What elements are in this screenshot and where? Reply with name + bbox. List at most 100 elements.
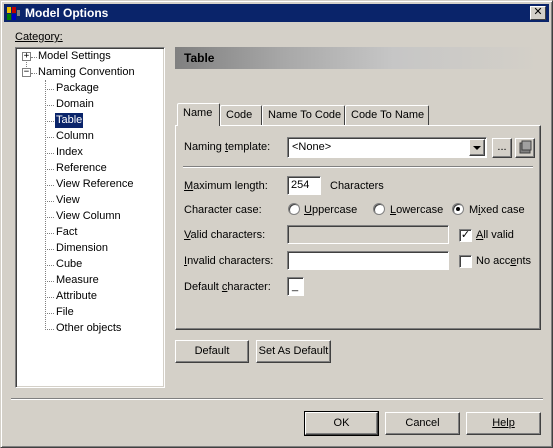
tab-code[interactable]: Code (220, 105, 262, 125)
tab-code-label: Code (226, 109, 253, 121)
tree-item-model-settings[interactable]: Model Settings (37, 49, 112, 64)
tree-item-other-objects[interactable]: Other objects (55, 321, 122, 336)
tree-connector (45, 89, 54, 90)
tab-name-to-code-label: Name To Code (268, 109, 342, 121)
checkmark-icon: ✓ (460, 229, 471, 241)
tree-connector (45, 265, 54, 266)
tree-item-view-reference[interactable]: View Reference (55, 177, 134, 192)
tree-item-cube[interactable]: Cube (55, 257, 83, 272)
set-as-default-button[interactable]: Set As Default (256, 340, 331, 363)
max-length-value: 254 (291, 179, 310, 191)
tree-connector (45, 297, 54, 298)
radio-lowercase[interactable] (373, 203, 385, 215)
tree-item-index[interactable]: Index (55, 145, 84, 160)
tree-connector (45, 201, 54, 202)
close-button[interactable]: ✕ (530, 6, 546, 20)
all-valid-checkbox[interactable]: ✓ (459, 229, 472, 242)
tree-connector (45, 153, 54, 154)
radio-mixed-case[interactable] (452, 203, 464, 215)
default-button-label: Default (194, 345, 230, 357)
tree-item-column[interactable]: Column (55, 129, 95, 144)
tree-connector (45, 313, 54, 314)
naming-template-label: Naming template: (184, 141, 271, 153)
chevron-down-icon (473, 146, 481, 150)
window-title: Model Options (25, 6, 109, 20)
app-icon (7, 6, 21, 20)
default-char-label: Default character: (184, 281, 271, 293)
tree-connector (45, 137, 54, 138)
valid-chars-label: Valid characters: (184, 229, 266, 241)
ellipsis-label: ... (497, 141, 507, 153)
tree-item-attribute[interactable]: Attribute (55, 289, 98, 304)
dropdown-button[interactable] (469, 139, 485, 156)
model-options-window: Model Options ✕ Category: + Model Settin… (0, 0, 553, 448)
tree-item-naming-convention[interactable]: Naming Convention (37, 65, 136, 80)
tab-name-to-code[interactable]: Name To Code (262, 105, 345, 125)
lowercase-label: Lowercase (390, 204, 444, 216)
default-char-value: _ (292, 280, 299, 292)
tree-connector (45, 281, 54, 282)
uppercase-label: Uppercase (304, 204, 358, 216)
char-case-label: Character case: (184, 204, 262, 216)
tree-item-file[interactable]: File (55, 305, 75, 320)
all-valid-label: All valid (476, 229, 514, 241)
tree-item-dimension[interactable]: Dimension (55, 241, 109, 256)
bottom-separator (11, 398, 543, 400)
ok-label: OK (333, 417, 350, 429)
tree-connector (45, 121, 54, 122)
help-label: Help (492, 417, 515, 429)
tree-item-view-column[interactable]: View Column (55, 209, 122, 224)
tree-connector (45, 217, 54, 218)
collapse-icon[interactable]: − (22, 68, 31, 77)
cancel-label: Cancel (405, 417, 440, 429)
tree-item-package[interactable]: Package (55, 81, 100, 96)
radio-uppercase[interactable] (288, 203, 300, 215)
tree-item-table[interactable]: Table (55, 113, 84, 128)
max-length-label: Maximum length: (184, 180, 268, 192)
close-icon: ✕ (533, 6, 543, 18)
no-accents-checkbox[interactable] (459, 255, 472, 268)
tree-item-view[interactable]: View (55, 193, 81, 208)
tree-connector (45, 329, 54, 330)
tree-connector (45, 80, 46, 330)
valid-chars-input[interactable] (287, 225, 449, 244)
tree-connector (45, 249, 54, 250)
browse-button[interactable]: ... (492, 138, 512, 158)
tree-connector (45, 169, 54, 170)
tree-connector (45, 105, 54, 106)
tab-code-to-name-label: Code To Name (351, 109, 425, 121)
properties-button[interactable] (515, 138, 535, 158)
banner-title: Table (184, 51, 215, 65)
tab-code-to-name[interactable]: Code To Name (345, 105, 429, 125)
naming-template-value: <None> (292, 141, 332, 153)
tree-connector (45, 233, 54, 234)
invalid-chars-input[interactable] (287, 251, 449, 270)
naming-template-combo[interactable]: <None> (287, 137, 487, 158)
help-button[interactable]: Help (466, 412, 541, 435)
tree-item-fact[interactable]: Fact (55, 225, 78, 240)
tree-item-domain[interactable]: Domain (55, 97, 95, 112)
default-char-input[interactable]: _ (287, 277, 304, 296)
separator (183, 166, 533, 168)
tree-item-measure[interactable]: Measure (55, 273, 100, 288)
mixed-case-label: Mixed case (469, 204, 525, 216)
ok-focus-ring: OK (304, 411, 379, 436)
title-bar[interactable]: Model Options ✕ (4, 4, 549, 22)
category-tree[interactable]: + Model Settings − Naming Convention Pac… (15, 47, 165, 388)
cancel-button[interactable]: Cancel (385, 412, 460, 435)
properties-icon (519, 140, 532, 154)
category-label: Category: (15, 31, 63, 43)
tree-connector (45, 185, 54, 186)
tab-name[interactable]: Name (177, 103, 220, 126)
set-as-default-label: Set As Default (258, 345, 329, 357)
ok-button[interactable]: OK (305, 412, 378, 435)
no-accents-label: No accents (476, 255, 532, 267)
tab-name-label: Name (183, 107, 213, 119)
tree-item-reference[interactable]: Reference (55, 161, 108, 176)
max-length-unit: Characters (330, 180, 384, 192)
max-length-input[interactable]: 254 (287, 176, 321, 195)
default-button[interactable]: Default (175, 340, 249, 363)
invalid-chars-label: Invalid characters: (184, 255, 274, 267)
expand-icon[interactable]: + (22, 52, 31, 61)
section-banner: Table (175, 47, 539, 69)
